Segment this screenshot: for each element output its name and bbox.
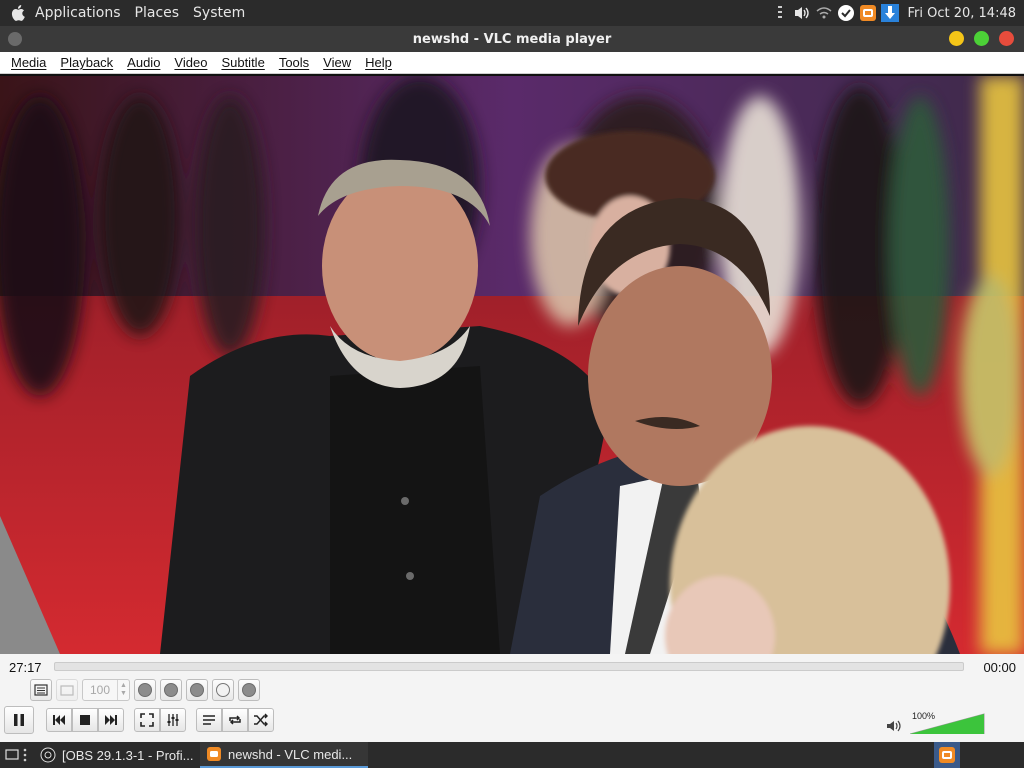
network-tray-icon[interactable] xyxy=(815,4,833,22)
next-button[interactable] xyxy=(98,708,124,732)
places-menu[interactable]: Places xyxy=(128,0,187,26)
stop-icon xyxy=(80,715,90,725)
stop-button[interactable] xyxy=(72,708,98,732)
obs-icon xyxy=(40,747,56,763)
list-icon xyxy=(34,684,48,696)
playlist-button[interactable] xyxy=(196,708,222,732)
volume-slider[interactable] xyxy=(910,712,986,734)
frame-step-button[interactable] xyxy=(186,679,208,701)
system-menu[interactable]: System xyxy=(186,0,252,26)
window-title: newshd - VLC media player xyxy=(412,31,612,47)
circle-icon xyxy=(138,683,152,697)
task-obs[interactable]: [OBS 29.1.3-1 - Profi... xyxy=(34,742,200,768)
circle-icon xyxy=(190,683,204,697)
pause-icon xyxy=(14,714,24,726)
volume-tray-icon[interactable] xyxy=(793,4,811,22)
repeat-icon xyxy=(229,715,241,725)
video-frame xyxy=(0,76,1024,654)
extended-button[interactable] xyxy=(238,679,260,701)
speed-spinbox[interactable]: 100 ▲ ▼ xyxy=(82,679,130,701)
seek-slider[interactable] xyxy=(54,662,964,671)
volume-control: 100% xyxy=(886,709,1004,735)
grip-icon xyxy=(771,4,789,22)
frame-icon xyxy=(60,685,74,696)
skip-back-icon xyxy=(53,715,65,725)
menu-playback[interactable]: Playback xyxy=(53,55,120,70)
show-desktop-button[interactable] xyxy=(0,742,32,768)
circle-icon xyxy=(164,683,178,697)
panel-clock[interactable]: Fri Oct 20, 14:48 xyxy=(907,6,1016,21)
applications-menu[interactable]: Applications xyxy=(28,0,128,26)
loop-ab-button[interactable] xyxy=(160,679,182,701)
sliders-icon xyxy=(167,714,179,726)
apple-menu-icon[interactable] xyxy=(8,0,28,26)
player-controls: 27:17 00:00 100 ▲ ▼ 100% xyxy=(0,654,1024,742)
skip-forward-icon xyxy=(105,715,117,725)
circle-icon xyxy=(242,683,256,697)
task-vlc-label: newshd - VLC medi... xyxy=(228,746,353,762)
menu-audio[interactable]: Audio xyxy=(120,55,167,70)
advanced-controls: 100 ▲ ▼ xyxy=(30,679,260,701)
taskbar: [OBS 29.1.3-1 - Profi... newshd - VLC me… xyxy=(0,742,1024,768)
extended-settings-button[interactable] xyxy=(160,708,186,732)
menu-tools[interactable]: Tools xyxy=(272,55,316,70)
task-vlc[interactable]: newshd - VLC medi... xyxy=(200,742,368,768)
close-button[interactable] xyxy=(999,31,1014,46)
checkmark-tray-icon[interactable] xyxy=(837,4,855,22)
elapsed-time[interactable]: 27:17 xyxy=(9,660,42,675)
effects-button[interactable] xyxy=(212,679,234,701)
menu-help[interactable]: Help xyxy=(358,55,399,70)
fullscreen-icon xyxy=(140,713,154,727)
menu-video[interactable]: Video xyxy=(167,55,214,70)
menu-media[interactable]: Media xyxy=(4,55,53,70)
video-display[interactable] xyxy=(0,76,1024,654)
menu-view[interactable]: View xyxy=(316,55,358,70)
speed-value: 100 xyxy=(89,683,111,697)
desktop-icon xyxy=(5,749,19,760)
shuffle-button[interactable] xyxy=(248,708,274,732)
vlc-workspace-icon xyxy=(939,747,955,763)
maximize-button[interactable] xyxy=(974,31,989,46)
previous-button[interactable] xyxy=(46,708,72,732)
spin-arrows-icon[interactable]: ▲ ▼ xyxy=(117,680,129,700)
playlist-icon xyxy=(203,715,215,725)
fullscreen-button[interactable] xyxy=(134,708,160,732)
snapshot-button[interactable] xyxy=(56,679,78,701)
menu-subtitle[interactable]: Subtitle xyxy=(214,55,271,70)
record-button[interactable] xyxy=(134,679,156,701)
remaining-time[interactable]: 00:00 xyxy=(983,660,1016,675)
shuffle-icon xyxy=(254,713,268,727)
pause-button[interactable] xyxy=(4,706,34,734)
task-obs-label: [OBS 29.1.3-1 - Profi... xyxy=(62,747,194,763)
system-tray: Fri Oct 20, 14:48 xyxy=(771,0,1024,26)
menu-bar: Media Playback Audio Video Subtitle Tool… xyxy=(0,52,1024,74)
minimize-button[interactable] xyxy=(949,31,964,46)
main-controls xyxy=(4,705,274,735)
circle-icon xyxy=(216,683,230,697)
window-menu-button[interactable] xyxy=(8,32,22,46)
window-titlebar[interactable]: newshd - VLC media player xyxy=(0,26,1024,52)
playlist-toggle-button[interactable] xyxy=(30,679,52,701)
workspace-switcher[interactable] xyxy=(934,742,960,768)
vlc-tray-icon[interactable] xyxy=(859,4,877,22)
download-tray-icon[interactable] xyxy=(881,4,900,22)
loop-button[interactable] xyxy=(222,708,248,732)
grip-icon xyxy=(23,748,27,762)
top-panel: Applications Places System Fri Oct 20, 1… xyxy=(0,0,1024,26)
speaker-icon[interactable] xyxy=(886,719,902,733)
vlc-icon xyxy=(207,747,221,761)
